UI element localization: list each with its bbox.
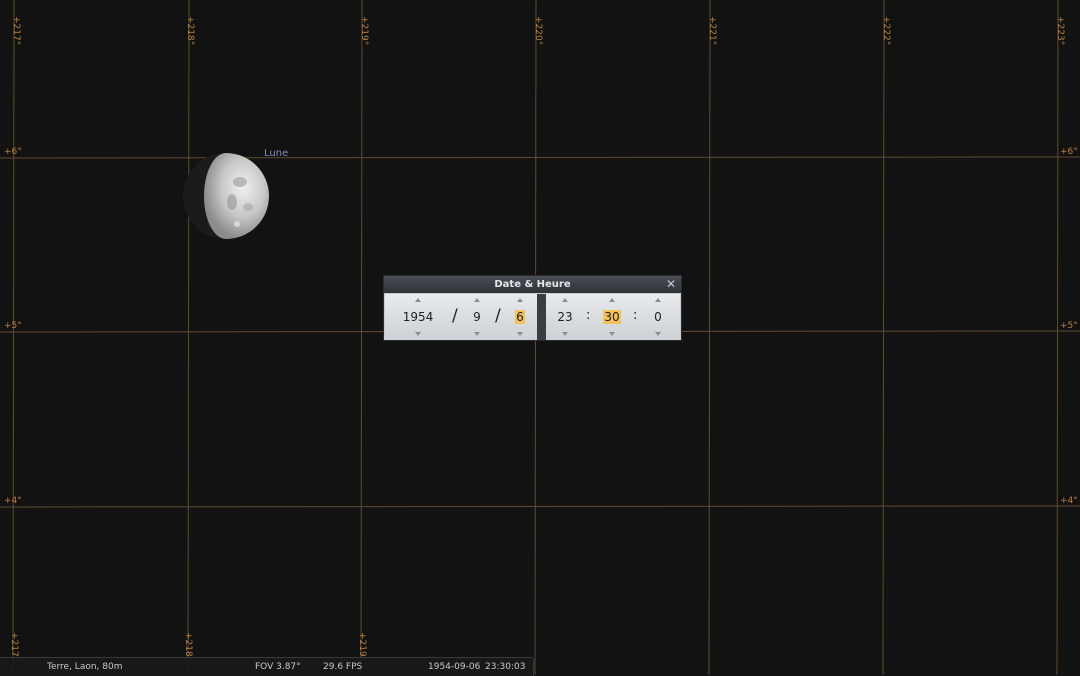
moon-label: Lune <box>264 148 289 159</box>
second-down-arrow-icon[interactable] <box>655 332 661 336</box>
dec-grid-line <box>0 156 1080 159</box>
hour-value[interactable]: 23 <box>556 310 573 324</box>
time-panel: 23 : 30 : 0 <box>546 294 680 340</box>
date-panel: 1954 / 9 / 6 <box>385 294 537 340</box>
day-spinner[interactable]: 6 <box>508 294 532 340</box>
ra-label: +217° <box>11 16 21 46</box>
dec-grid-line <box>0 505 1080 508</box>
minute-spinner[interactable]: 30 <box>599 294 625 340</box>
year-spinner[interactable]: 1954 <box>393 294 443 340</box>
month-down-arrow-icon[interactable] <box>474 332 480 336</box>
month-value[interactable]: 9 <box>472 310 482 324</box>
month-up-arrow-icon[interactable] <box>474 298 480 302</box>
time-separator: : <box>586 308 591 323</box>
year-value[interactable]: 1954 <box>402 310 435 324</box>
time-text[interactable]: 23:30:03 <box>485 658 525 676</box>
minute-down-arrow-icon[interactable] <box>609 332 615 336</box>
second-value[interactable]: 0 <box>653 310 663 324</box>
date-separator: / <box>452 306 458 326</box>
hour-up-arrow-icon[interactable] <box>562 298 568 302</box>
month-spinner[interactable]: 9 <box>464 294 490 340</box>
dec-label: +4° <box>1060 496 1078 506</box>
status-bar: Terre, Laon, 80m FOV 3.87° 29.6 FPS 1954… <box>0 657 534 676</box>
year-down-arrow-icon[interactable] <box>415 332 421 336</box>
moon-object[interactable] <box>182 152 270 240</box>
year-up-arrow-icon[interactable] <box>415 298 421 302</box>
dec-label: +6° <box>4 147 22 157</box>
panel-divider <box>537 294 546 340</box>
close-icon[interactable]: ✕ <box>665 276 677 293</box>
ra-label: +222° <box>881 16 891 46</box>
day-down-arrow-icon[interactable] <box>517 332 523 336</box>
ra-grid-line <box>12 0 15 675</box>
minute-value[interactable]: 30 <box>603 310 621 324</box>
date-text[interactable]: 1954-09-06 <box>428 658 480 676</box>
time-separator: : <box>633 308 638 323</box>
hour-spinner[interactable]: 23 <box>552 294 578 340</box>
ra-label: +220° <box>533 16 543 46</box>
ra-label: +219° <box>359 16 369 46</box>
ra-label: +221° <box>707 16 717 46</box>
date-separator: / <box>495 306 501 326</box>
hour-down-arrow-icon[interactable] <box>562 332 568 336</box>
dec-label: +6° <box>1060 147 1078 157</box>
fps-text: 29.6 FPS <box>323 662 363 672</box>
second-up-arrow-icon[interactable] <box>655 298 661 302</box>
location-text[interactable]: Terre, Laon, 80m <box>47 658 123 676</box>
date-time-dialog: Date & Heure ✕ 1954 / 9 / 6 23 : 30: 0 <box>384 276 681 340</box>
fov-text: FOV 3.87° <box>255 662 301 672</box>
second-spinner[interactable]: 0 <box>645 294 671 340</box>
ra-label: +218° <box>185 16 195 46</box>
ra-grid-line <box>1056 0 1059 675</box>
day-value[interactable]: 6 <box>515 310 525 324</box>
ra-grid-line <box>187 0 190 675</box>
dec-label: +4° <box>4 496 22 506</box>
minute-up-arrow-icon[interactable] <box>609 298 615 302</box>
day-up-arrow-icon[interactable] <box>517 298 523 302</box>
dec-label: +5° <box>4 321 22 331</box>
ra-grid-line <box>360 0 363 675</box>
dialog-title-bar[interactable]: Date & Heure ✕ <box>384 276 681 293</box>
ra-grid-line <box>708 0 711 675</box>
dec-label: +5° <box>1060 321 1078 331</box>
ra-label: +223° <box>1055 16 1065 46</box>
dialog-title: Date & Heure <box>494 279 571 290</box>
ra-grid-line <box>882 0 885 675</box>
